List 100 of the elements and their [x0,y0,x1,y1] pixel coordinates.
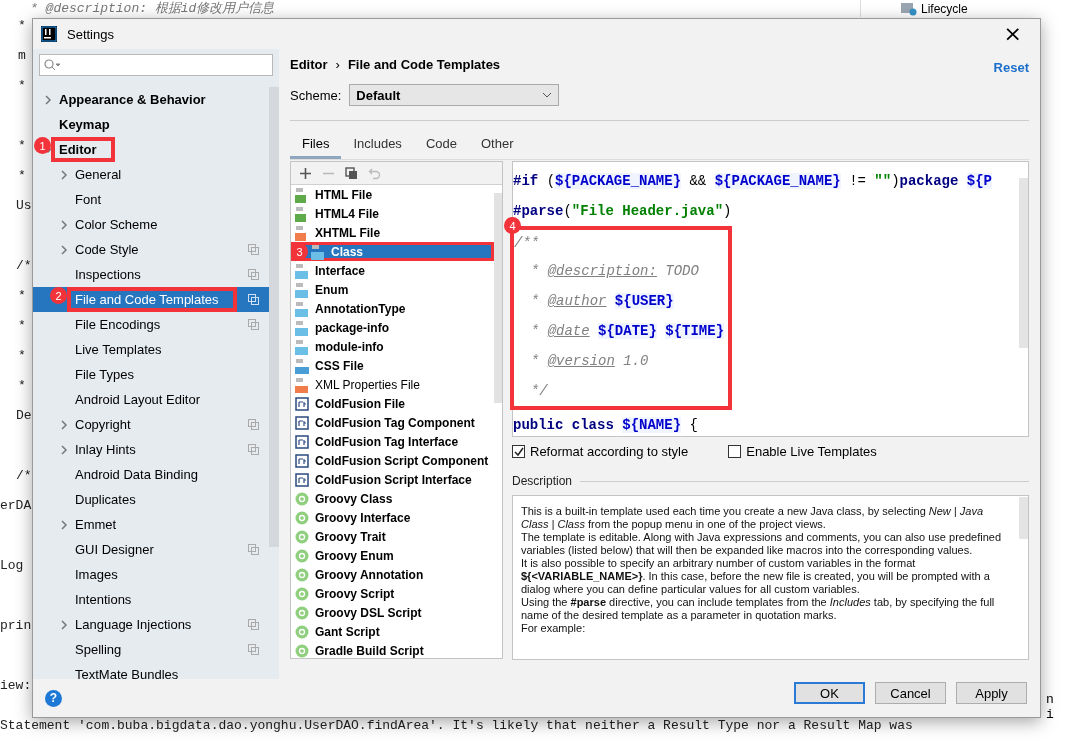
template-item[interactable]: Gant Script [291,622,494,641]
code-line: */ [529,382,549,401]
code-line: * @version 1.0 [529,352,650,371]
settings-tree-item[interactable]: GUI Designer [33,537,269,562]
template-item[interactable]: Interface [291,261,494,280]
settings-tree-item[interactable]: Inspections [33,262,269,287]
dialog-button[interactable]: Cancel [875,682,946,704]
template-item[interactable]: ColdFusion Script Component [291,451,494,470]
groovy-file-icon [295,547,309,564]
settings-tree-item[interactable]: Live Templates [33,337,269,362]
description-paragraph: It is also possible to specify an arbitrary number of custom variables in the format ${<VARIABLE_NAME>}. In this case, before the new file is created, you will be prompted with a dialog where you can define particular values for all custom variables. [521,557,991,596]
template-item[interactable]: XML Properties File [291,375,494,394]
tab[interactable]: Code [413,132,469,159]
coldfusion-file-icon [295,433,309,450]
template-item[interactable]: Groovy Script [291,584,494,603]
dialog-button[interactable]: Apply [956,682,1027,704]
checkbox[interactable] [728,445,742,458]
settings-tree-item[interactable]: Android Layout Editor [33,387,269,412]
settings-tree-item[interactable]: Duplicates [33,487,269,512]
java-file-icon [295,300,309,317]
settings-tree-item[interactable]: Language Injections [33,612,269,637]
background-code-text: erDA [0,497,32,513]
settings-tree-item[interactable]: Appearance & Behavior [33,87,269,112]
settings-tree-item[interactable]: Keymap [33,112,269,137]
java-file-icon [295,262,309,279]
groovy-file-icon [295,528,309,545]
reset-link[interactable]: Reset [993,59,1029,75]
close-button[interactable]: × [993,23,1032,45]
template-item[interactable]: Groovy Annotation [291,565,494,584]
section-title: Description [512,474,573,488]
settings-tree-item[interactable]: General [33,162,269,187]
scrollbar[interactable] [269,87,279,547]
help-button[interactable]: ? [45,689,62,707]
template-item[interactable]: ColdFusion Script Interface [291,470,494,489]
copy-icon[interactable] [345,166,358,180]
settings-tree-item[interactable]: Images [33,562,269,587]
settings-tree-item[interactable]: 2 File and Code Templates [33,287,269,312]
checkbox-label[interactable]: Reformat according to style [530,444,689,459]
settings-tree-item[interactable]: Spelling [33,637,269,662]
template-item[interactable]: CSS File [291,356,494,375]
scrollbar[interactable] [494,193,502,403]
scrollbar[interactable] [1019,178,1028,348]
template-item[interactable]: Groovy Enum [291,546,494,565]
checkbox[interactable] [512,445,525,458]
xml-file-icon [295,376,309,393]
tab[interactable]: Includes [341,132,414,159]
groovy-file-icon [295,490,309,507]
checkbox-label[interactable]: Enable Live Templates [746,444,877,459]
settings-tree-item[interactable]: Color Scheme [33,212,269,237]
template-item[interactable]: 3 Class [291,242,494,261]
background-code-text: * [18,287,26,303]
settings-tree-item[interactable]: Font [33,187,269,212]
template-item[interactable]: ColdFusion Tag Component [291,413,494,432]
template-item[interactable]: XHTML File [291,223,494,242]
template-item[interactable]: Enum [291,280,494,299]
background-code-text: * [18,167,26,183]
settings-tree-item[interactable]: File Encodings [33,312,269,337]
copy-icon [248,444,259,455]
settings-tree-item[interactable]: 1 Editor [33,137,269,162]
template-item[interactable]: AnnotationType [291,299,494,318]
settings-tree-item[interactable]: Copyright [33,412,269,437]
scrollbar[interactable] [1019,497,1028,539]
template-item[interactable]: package-info [291,318,494,337]
settings-tree-item[interactable]: Emmet [33,512,269,537]
template-item[interactable]: Groovy Class [291,489,494,508]
java-file-icon [295,319,309,336]
groovy-file-icon [295,604,309,621]
step-badge: 2 [50,287,67,304]
groovy-file-icon [295,509,309,526]
html-file-icon [295,205,309,222]
settings-tree-item[interactable]: Inlay Hints [33,437,269,462]
settings-tree-item[interactable]: TextMate Bundles [33,662,269,679]
template-item[interactable]: ColdFusion File [291,394,494,413]
scheme-dropdown[interactable]: Default [349,84,560,106]
template-item[interactable]: module-info [291,337,494,356]
template-item[interactable]: ColdFusion Tag Interface [291,432,494,451]
add-icon[interactable] [299,166,312,180]
tab[interactable]: Other [468,132,526,159]
dialog-button[interactable]: OK [794,682,865,704]
settings-tree-item[interactable]: File Types [33,362,269,387]
code-line: public class ${NAME} { [513,416,698,435]
copy-icon [248,544,259,555]
background-code-text: /* [16,257,32,273]
template-item[interactable]: HTML File [291,185,494,204]
background-code-text: * [18,317,26,333]
project-tree-item[interactable]: Lifecycle [921,1,968,16]
settings-tree-item[interactable]: Android Data Binding [33,462,269,487]
breadcrumb-separator: › [335,56,340,72]
template-item[interactable]: Groovy DSL Script [291,603,494,622]
search-field[interactable] [39,54,273,76]
settings-tree-item[interactable]: Code Style [33,237,269,262]
template-item[interactable]: Gradle Build Script [291,641,494,658]
copy-icon [248,419,259,430]
template-item[interactable]: Groovy Interface [291,508,494,527]
breadcrumb-item: Editor [290,56,328,72]
template-item[interactable]: HTML4 File [291,204,494,223]
settings-tree-item[interactable]: Intentions [33,587,269,612]
template-item[interactable]: Groovy Trait [291,527,494,546]
code-line: * @author ${USER} [529,292,675,311]
step-badge: 4 [504,217,521,234]
